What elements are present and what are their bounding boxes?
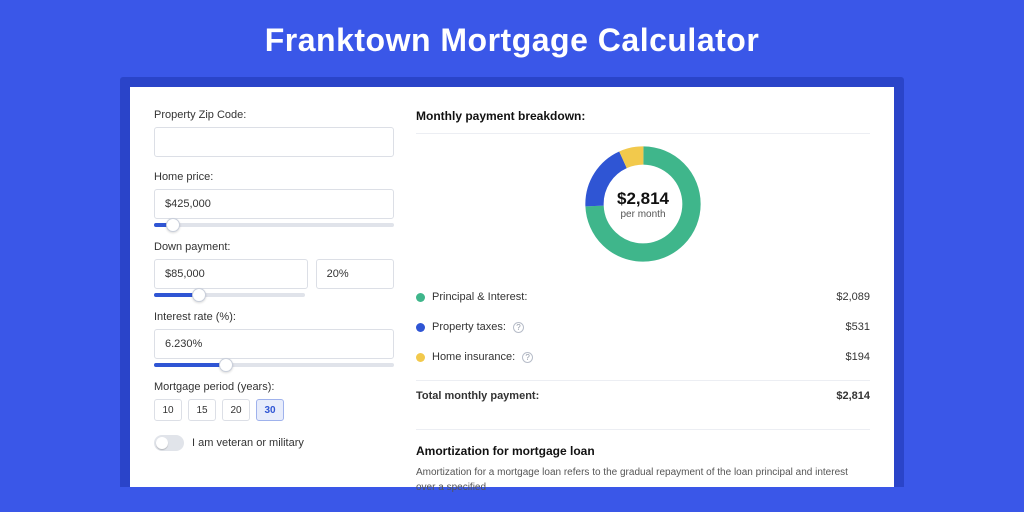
home-price-slider[interactable]: [154, 223, 394, 227]
breakdown-column: Monthly payment breakdown: $2,814: [416, 109, 870, 487]
down-payment-amount-input[interactable]: [154, 259, 308, 289]
veteran-toggle-knob: [156, 437, 168, 449]
period-option-15[interactable]: 15: [188, 399, 216, 421]
down-payment-block: Down payment:: [154, 241, 394, 297]
period-option-20[interactable]: 20: [222, 399, 250, 421]
swatch-green: [416, 293, 425, 302]
interest-rate-input[interactable]: [154, 329, 394, 359]
legend-total-label: Total monthly payment:: [416, 390, 539, 402]
period-option-10[interactable]: 10: [154, 399, 182, 421]
home-price-block: Home price:: [154, 171, 394, 227]
info-icon[interactable]: ?: [522, 352, 533, 363]
swatch-yellow: [416, 353, 425, 362]
interest-rate-slider-knob[interactable]: [219, 358, 233, 372]
period-label: Mortgage period (years):: [154, 381, 394, 393]
legend-row-principal: Principal & Interest: $2,089: [416, 282, 870, 312]
breakdown-header: Monthly payment breakdown:: [416, 109, 870, 123]
donut-center-amount: $2,814: [617, 189, 669, 209]
zip-block: Property Zip Code:: [154, 109, 394, 157]
down-payment-label: Down payment:: [154, 241, 394, 253]
legend-row-insurance: Home insurance: ? $194: [416, 342, 870, 372]
legend-taxes-label: Property taxes:: [432, 321, 506, 333]
donut-center: $2,814 per month: [579, 140, 707, 268]
legend-insurance-label: Home insurance:: [432, 351, 515, 363]
legend-row-taxes: Property taxes: ? $531: [416, 312, 870, 342]
swatch-blue: [416, 323, 425, 332]
page-title: Franktown Mortgage Calculator: [0, 0, 1024, 77]
amortization-section: Amortization for mortgage loan Amortizat…: [416, 429, 870, 495]
veteran-row: I am veteran or military: [154, 435, 394, 451]
inputs-column: Property Zip Code: Home price: Down paym…: [154, 109, 394, 487]
donut-chart-wrap: $2,814 per month: [416, 134, 870, 282]
home-price-input[interactable]: [154, 189, 394, 219]
legend-principal-amount: $2,089: [836, 291, 870, 303]
amortization-header: Amortization for mortgage loan: [416, 444, 870, 458]
legend-taxes-amount: $531: [846, 321, 870, 333]
legend-principal-label: Principal & Interest:: [432, 291, 527, 303]
zip-label: Property Zip Code:: [154, 109, 394, 121]
down-payment-percent-input[interactable]: [316, 259, 394, 289]
interest-rate-slider[interactable]: [154, 363, 394, 367]
home-price-label: Home price:: [154, 171, 394, 183]
interest-rate-label: Interest rate (%):: [154, 311, 394, 323]
info-icon[interactable]: ?: [513, 322, 524, 333]
down-payment-slider[interactable]: [154, 293, 305, 297]
legend-row-total: Total monthly payment: $2,814: [416, 381, 870, 411]
zip-input[interactable]: [154, 127, 394, 157]
period-block: Mortgage period (years): 10 15 20 30: [154, 381, 394, 421]
amortization-text: Amortization for a mortgage loan refers …: [416, 466, 870, 495]
interest-rate-block: Interest rate (%):: [154, 311, 394, 367]
calculator-panel-outer: Property Zip Code: Home price: Down paym…: [120, 77, 904, 487]
period-button-group: 10 15 20 30: [154, 399, 394, 421]
veteran-label: I am veteran or military: [192, 437, 304, 449]
home-price-slider-knob[interactable]: [166, 218, 180, 232]
period-option-30[interactable]: 30: [256, 399, 284, 421]
down-payment-slider-knob[interactable]: [192, 288, 206, 302]
calculator-panel: Property Zip Code: Home price: Down paym…: [130, 87, 894, 487]
donut-chart: $2,814 per month: [579, 140, 707, 268]
veteran-toggle[interactable]: [154, 435, 184, 451]
donut-center-sub: per month: [620, 209, 665, 220]
interest-rate-slider-fill: [154, 363, 226, 367]
legend-insurance-amount: $194: [846, 351, 870, 363]
legend-total-amount: $2,814: [836, 390, 870, 402]
